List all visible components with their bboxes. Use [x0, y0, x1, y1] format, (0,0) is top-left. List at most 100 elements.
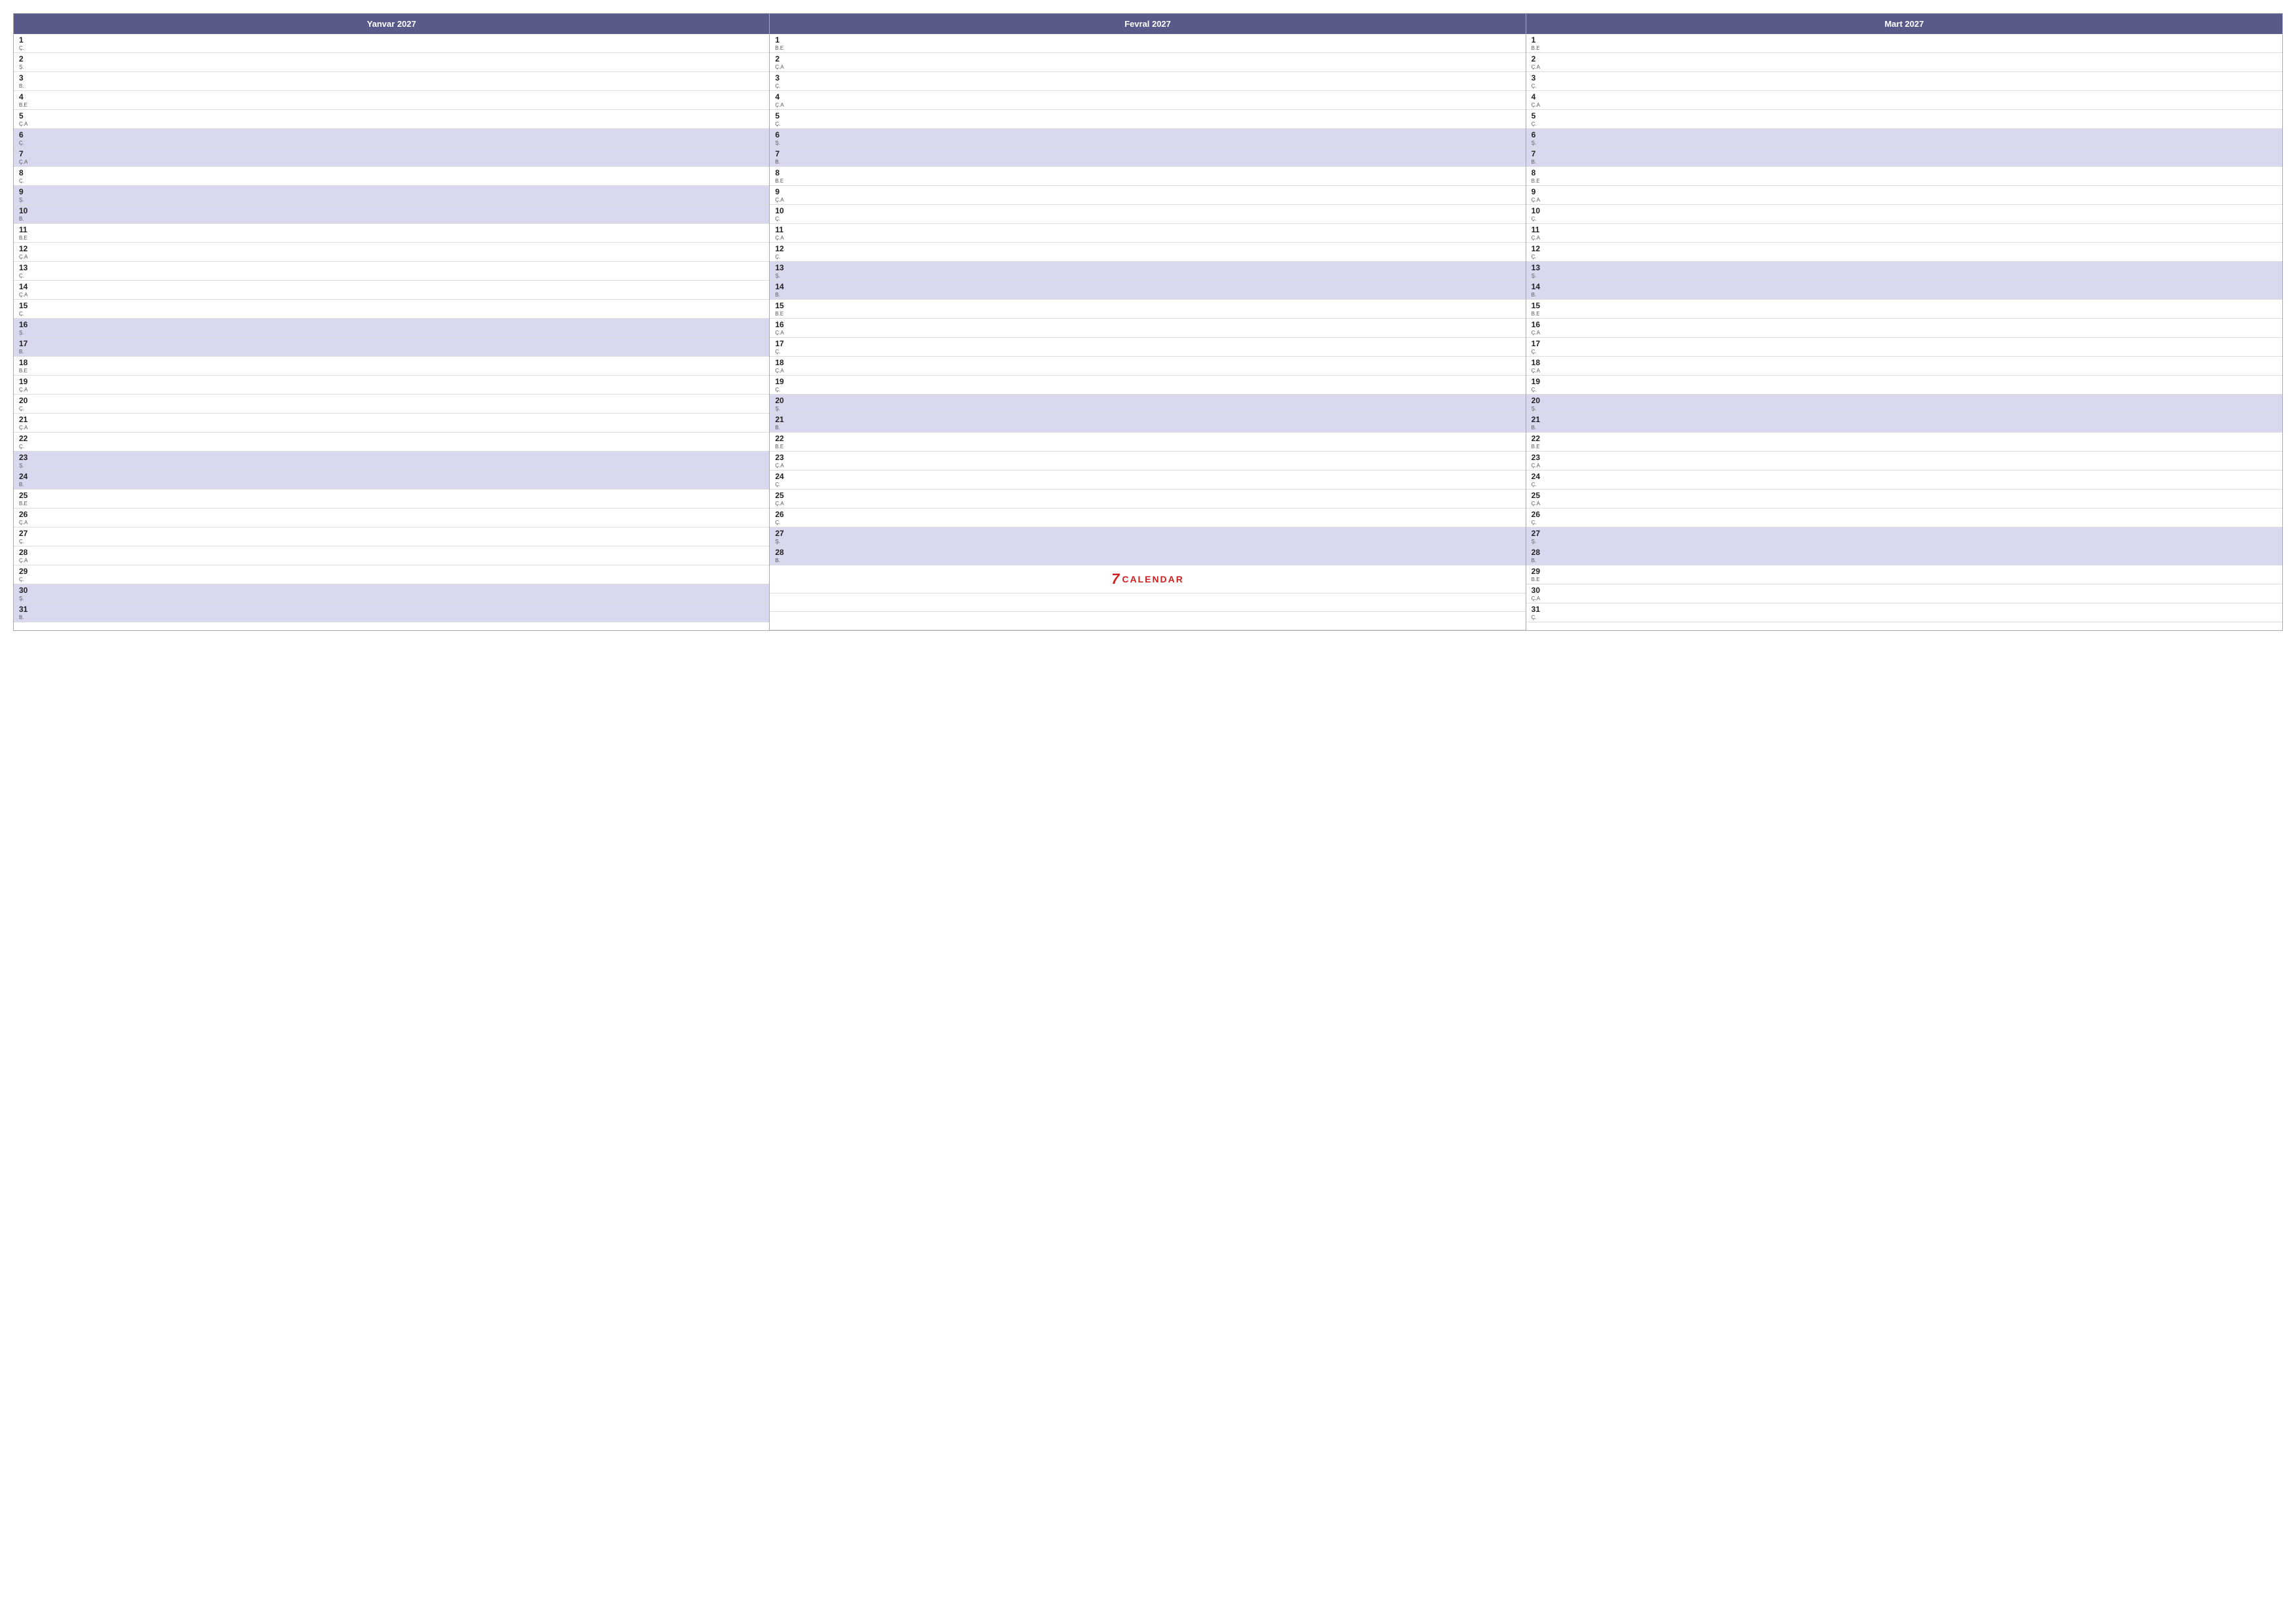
day-row: 18Ç.A [770, 357, 1525, 376]
day-label: B.E [1532, 444, 2277, 450]
calendar-body: 1Ç.2Ş.3B.4B.E5Ç.A6Ç.7Ç.A8Ç.9Ş.10B.11B.E1… [14, 34, 2282, 630]
day-row: 16Ç.A [1526, 319, 2282, 338]
day-label: Ş. [19, 596, 764, 601]
day-label: B.E [1532, 178, 2277, 184]
day-row: 21B. [770, 414, 1525, 433]
day-number: 11 [775, 225, 1520, 234]
day-number: 26 [1532, 510, 2277, 519]
day-row: 25B.E [14, 490, 769, 508]
day-label: Ç.A [1532, 64, 2277, 70]
day-label: Ç.A [1532, 463, 2277, 469]
day-label: Ç. [1532, 254, 2277, 260]
empty-row [770, 594, 1525, 612]
day-label: Ç. [19, 539, 764, 544]
day-label: Ç. [19, 577, 764, 582]
day-label: Ç.A [19, 159, 764, 165]
day-number: 22 [19, 434, 764, 443]
day-row: 6Ş. [770, 129, 1525, 148]
day-row: 15B.E [1526, 300, 2282, 319]
day-row: 10Ç. [770, 205, 1525, 224]
day-row: 22B.E [770, 433, 1525, 452]
day-number: 26 [775, 510, 1520, 519]
day-label: Ç.A [1532, 102, 2277, 108]
day-number: 25 [775, 491, 1520, 500]
day-label: Ç. [19, 311, 764, 317]
day-row: 5Ç. [770, 110, 1525, 129]
day-label: B. [775, 159, 1520, 165]
day-number: 20 [1532, 396, 2277, 405]
day-row: 6Ş. [1526, 129, 2282, 148]
day-label: Ç. [1532, 349, 2277, 355]
day-number: 1 [1532, 35, 2277, 45]
day-number: 6 [19, 130, 764, 139]
day-label: Ş. [1532, 539, 2277, 544]
day-number: 8 [775, 168, 1520, 177]
day-label: B. [1532, 292, 2277, 298]
day-row: 2Ç.A [770, 53, 1525, 72]
day-number: 5 [19, 111, 764, 120]
calendar-header: Yanvar 2027Fevral 2027Mart 2027 [14, 14, 2282, 34]
day-number: 24 [1532, 472, 2277, 481]
day-row: 29Ç. [14, 565, 769, 584]
day-label: Ç.A [1532, 330, 2277, 336]
day-row: 4Ç.A [770, 91, 1525, 110]
day-label: Ç. [775, 121, 1520, 127]
day-number: 18 [775, 358, 1520, 367]
day-label: Ç.A [19, 558, 764, 563]
day-label: B. [19, 216, 764, 222]
month-column-1: 1B.E2Ç.A3Ç.4Ç.A5Ç.6Ş.7B.8B.E9Ç.A10Ç.11Ç.… [770, 34, 1526, 630]
day-number: 28 [775, 548, 1520, 557]
day-label: Ç.A [775, 102, 1520, 108]
day-label: Ç.A [775, 501, 1520, 507]
day-label: B.E [19, 235, 764, 241]
day-label: B.E [775, 311, 1520, 317]
day-row: 31B. [14, 603, 769, 622]
day-number: 3 [775, 73, 1520, 82]
day-label: Ş. [19, 463, 764, 469]
day-number: 23 [775, 453, 1520, 462]
day-number: 27 [775, 529, 1520, 538]
day-number: 15 [775, 301, 1520, 310]
day-row: 8Ç. [14, 167, 769, 186]
day-number: 30 [1532, 586, 2277, 595]
day-number: 1 [775, 35, 1520, 45]
day-number: 8 [1532, 168, 2277, 177]
day-row: 24Ç. [1526, 471, 2282, 490]
day-number: 7 [775, 149, 1520, 158]
day-number: 10 [19, 206, 764, 215]
day-number: 18 [1532, 358, 2277, 367]
day-number: 17 [1532, 339, 2277, 348]
day-row: 24Ç. [770, 471, 1525, 490]
day-row: 2Ç.A [1526, 53, 2282, 72]
day-number: 25 [1532, 491, 2277, 500]
logo-number: 7 [1111, 571, 1119, 588]
day-number: 5 [1532, 111, 2277, 120]
day-label: Ş. [1532, 406, 2277, 412]
day-label: Ç. [775, 482, 1520, 488]
day-row: 7B. [770, 148, 1525, 167]
day-label: Ç. [1532, 216, 2277, 222]
day-row: 6Ç. [14, 129, 769, 148]
day-number: 19 [19, 377, 764, 386]
day-number: 20 [775, 396, 1520, 405]
day-row: 25Ç.A [1526, 490, 2282, 508]
day-number: 17 [775, 339, 1520, 348]
day-number: 12 [19, 244, 764, 253]
day-number: 13 [775, 263, 1520, 272]
day-label: B.E [775, 444, 1520, 450]
day-label: Ş. [775, 140, 1520, 146]
day-row: 8B.E [1526, 167, 2282, 186]
month-header-1: Fevral 2027 [770, 14, 1526, 34]
day-number: 27 [19, 529, 764, 538]
day-number: 15 [19, 301, 764, 310]
day-label: B. [19, 349, 764, 355]
day-row: 14B. [770, 281, 1525, 300]
day-label: B.E [19, 368, 764, 374]
day-row: 1Ç. [14, 34, 769, 53]
day-row: 19Ç. [770, 376, 1525, 395]
day-label: B. [19, 83, 764, 89]
day-number: 30 [19, 586, 764, 595]
day-label: Ş. [775, 539, 1520, 544]
day-label: Ş. [19, 330, 764, 336]
day-number: 14 [1532, 282, 2277, 291]
